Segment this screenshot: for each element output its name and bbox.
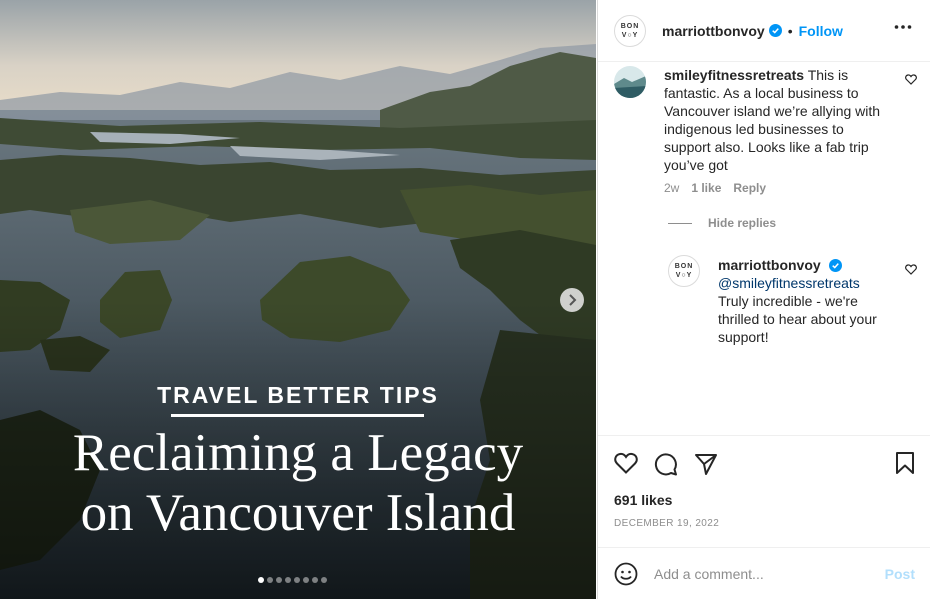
overlay-title-line1: Reclaiming a Legacy <box>72 424 524 482</box>
separator-dot: • <box>787 22 793 39</box>
like-comment-heart-icon[interactable] <box>905 74 917 85</box>
reply-body: Truly incredible - we're thrilled to hea… <box>718 293 877 345</box>
chevron-right-icon <box>569 294 577 306</box>
comment-time: 2w <box>664 181 680 195</box>
comment-likes[interactable]: 1 like <box>691 181 721 195</box>
carousel-dot <box>285 577 291 583</box>
likes-count[interactable]: 691 likes <box>614 492 672 508</box>
comment-username[interactable]: smileyfitnessretreats <box>664 67 804 83</box>
emoji-icon[interactable] <box>614 562 638 586</box>
comments-list[interactable]: smileyfitnessretreats This is fantastic.… <box>598 62 930 435</box>
hide-replies-button[interactable]: Hide replies <box>668 216 776 230</box>
post-actions: 691 likes DECEMBER 19, 2022 <box>598 435 930 547</box>
heart-icon[interactable] <box>614 452 638 474</box>
avatar-image <box>614 66 646 98</box>
post-image[interactable]: TRAVEL BETTER TIPS Reclaiming a Legacy o… <box>0 0 596 599</box>
hide-replies-line <box>668 222 692 224</box>
comment-icon[interactable] <box>654 452 678 476</box>
more-icon[interactable] <box>894 24 912 30</box>
comment-meta: 2w 1 like Reply <box>664 181 766 195</box>
add-comment-bar: Post <box>598 547 930 599</box>
instagram-post-modal: TRAVEL BETTER TIPS Reclaiming a Legacy o… <box>0 0 930 599</box>
reply-username[interactable]: marriottbonvoy <box>718 257 821 273</box>
carousel-dot <box>303 577 309 583</box>
carousel-dot <box>312 577 318 583</box>
follow-button[interactable]: Follow <box>799 23 843 39</box>
reply-avatar[interactable]: BON V○Y <box>668 255 700 287</box>
overlay-divider <box>171 414 424 417</box>
verified-icon <box>828 259 842 272</box>
bookmark-icon[interactable] <box>895 452 915 474</box>
logo-text-top: BON <box>620 22 640 30</box>
reply-text: marriottbonvoy @smileyfitnessretreats Tr… <box>718 256 898 346</box>
post-header: BON V○Y marriottbonvoy • Follow <box>598 0 930 62</box>
overlay-title-line2: on Vancouver Island <box>80 484 516 542</box>
share-icon[interactable] <box>694 452 718 476</box>
post-comment-button[interactable]: Post <box>885 566 915 582</box>
carousel-dot <box>294 577 300 583</box>
post-date: DECEMBER 19, 2022 <box>614 518 720 529</box>
overlay-kicker: TRAVEL BETTER TIPS <box>157 382 439 408</box>
carousel-dot <box>258 577 264 583</box>
avatar[interactable]: BON V○Y <box>614 14 646 47</box>
next-image-button[interactable] <box>560 288 584 312</box>
reply-mention[interactable]: @smileyfitnessretreats <box>718 275 860 291</box>
logo-text-bottom: V○Y <box>621 31 639 39</box>
carousel-indicator <box>258 577 327 583</box>
verified-icon <box>768 24 782 37</box>
add-comment-input[interactable] <box>654 562 874 586</box>
carousel-dot <box>321 577 327 583</box>
hide-replies-label: Hide replies <box>708 216 777 230</box>
commenter-avatar[interactable] <box>614 66 646 98</box>
username[interactable]: marriottbonvoy <box>662 23 765 39</box>
comment-text: smileyfitnessretreats This is fantastic.… <box>664 66 890 174</box>
carousel-dot <box>267 577 273 583</box>
logo-text-bottom: V○Y <box>675 272 693 279</box>
logo-text-top: BON <box>674 263 694 270</box>
overlay-title: Reclaiming a Legacy on Vancouver Island <box>0 423 596 543</box>
post-side-panel: BON V○Y marriottbonvoy • Follow smileyfi… <box>597 0 930 599</box>
like-reply-heart-icon[interactable] <box>905 264 917 275</box>
reply-button[interactable]: Reply <box>733 181 766 195</box>
carousel-dot <box>276 577 282 583</box>
